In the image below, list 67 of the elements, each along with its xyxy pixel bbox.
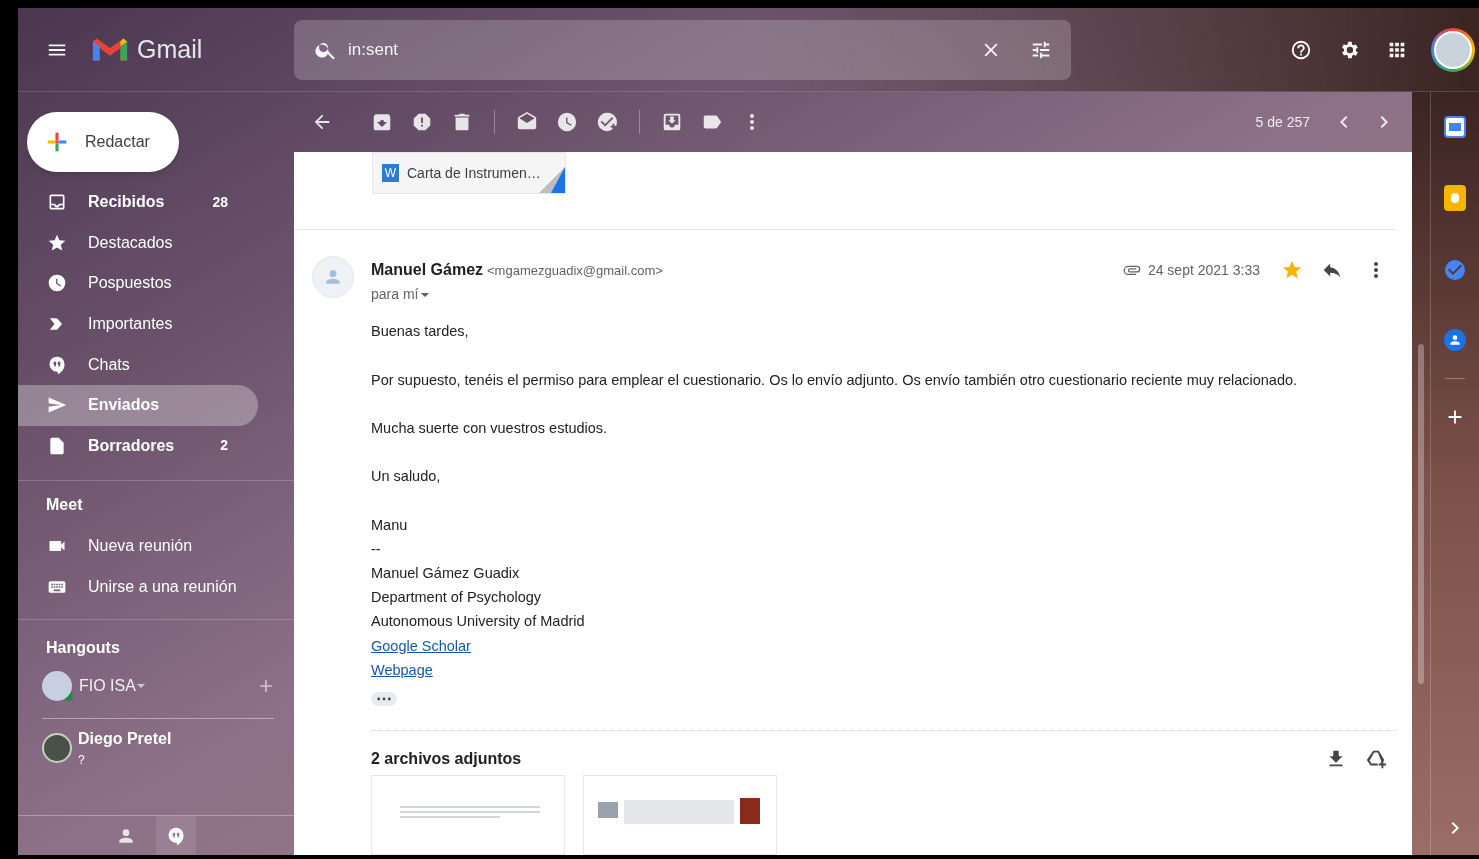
body-paragraph: Manu: [371, 515, 409, 535]
body-paragraph: Por supuesto, tenéis el permiso para emplear el cuestionario. Os lo envío adjunto. Os envío también otro cuestionario reciente muy relacionado.: [371, 370, 1299, 390]
inbox-icon: [47, 192, 67, 213]
lightbulb-icon[interactable]: [1444, 185, 1466, 211]
status-dropdown[interactable]: FIO ISA: [79, 674, 146, 699]
caret-icon: [135, 683, 146, 690]
folded-corner-icon: [539, 167, 565, 193]
attachment-thumbnail[interactable]: [583, 775, 777, 855]
sidebar-item[interactable]: Nueva reunión: [18, 525, 294, 567]
body-paragraph: Un saludo,: [371, 467, 442, 487]
sender-email: <mgamezguadix@gmail.com>: [487, 261, 663, 280]
contact-status: ?: [78, 752, 86, 770]
signature-link[interactable]: Google Scholar: [371, 637, 471, 654]
scrollbar[interactable]: [1418, 344, 1424, 684]
chat-bubble-icon: [166, 825, 186, 846]
attachment-chip[interactable]: W Carta de Instrumen…: [372, 152, 566, 194]
document-icon: [47, 435, 67, 456]
hangouts-tab[interactable]: [156, 815, 196, 855]
body-paragraph: Buenas tardes,: [371, 322, 470, 342]
app-name: Gmail: [137, 33, 203, 65]
contact-avatar: [42, 733, 72, 764]
more-vertical-icon: [1373, 261, 1379, 280]
sidebar-item[interactable]: Chats: [18, 344, 258, 385]
signature-line: Department of Psychology: [371, 588, 543, 608]
chevron-left-icon: [1339, 115, 1349, 129]
sidebar-item[interactable]: Importantes: [18, 303, 258, 345]
sidebar-item[interactable]: Pospuestos: [18, 263, 258, 304]
sidebar-item[interactable]: Unirse a una reunión: [18, 566, 294, 608]
chevron-right-icon: [1379, 115, 1389, 129]
signature-link[interactable]: Webpage: [371, 661, 433, 678]
file-type-badge: W: [382, 164, 399, 182]
body-paragraph: Mucha suerte con vuestros estudios.: [371, 419, 609, 439]
search-field[interactable]: in:sent: [294, 19, 1071, 80]
show-trimmed-button[interactable]: [371, 692, 397, 706]
contacts-icon[interactable]: [1444, 329, 1466, 351]
sidebar-item[interactable]: Borradores 2: [18, 425, 258, 467]
signature-line: Manuel Gámez Guadix: [371, 564, 521, 584]
chevron-right-icon[interactable]: [1450, 821, 1460, 835]
attachment-thumbnail[interactable]: [371, 775, 565, 855]
signature-line: --: [371, 539, 382, 559]
clock-icon: [47, 273, 67, 294]
clock-icon: [556, 111, 578, 133]
user-avatar: [42, 671, 72, 702]
signature-line: Autonomous University of Madrid: [371, 612, 586, 632]
calendar-icon[interactable]: [1444, 116, 1466, 138]
sidebar-item[interactable]: Destacados: [18, 222, 258, 264]
pager-text: 5 de 257: [1255, 112, 1310, 132]
attachments-heading: 2 archivos adjuntos: [371, 749, 522, 769]
message-date: 24 sept 2021 3:33: [1147, 260, 1260, 280]
triangle-plus-icon: [1365, 748, 1387, 770]
account-avatar[interactable]: [1431, 27, 1475, 72]
compose-button[interactable]: Redactar: [27, 112, 179, 172]
check-circle-plus-icon: [596, 111, 618, 133]
chat-bubble-icon: [47, 354, 67, 375]
caret-icon: [420, 291, 431, 298]
archive-box-icon: [371, 111, 393, 133]
contact-name[interactable]: Diego Pretel: [78, 727, 172, 752]
help-icon: [1290, 38, 1312, 61]
tray-arrow-icon: [661, 111, 683, 133]
recipient-dropdown[interactable]: para mí: [371, 284, 431, 306]
section-heading: Hangouts: [45, 638, 121, 659]
exclamation-octagon-icon: [411, 111, 433, 133]
section-heading: Meet: [45, 495, 84, 516]
ellipsis-icon: [377, 697, 391, 701]
sender-name: Manuel Gámez: [371, 260, 484, 281]
sidebar-item[interactable]: Recibidos 28: [18, 182, 258, 223]
more-vertical-icon: [749, 113, 755, 131]
